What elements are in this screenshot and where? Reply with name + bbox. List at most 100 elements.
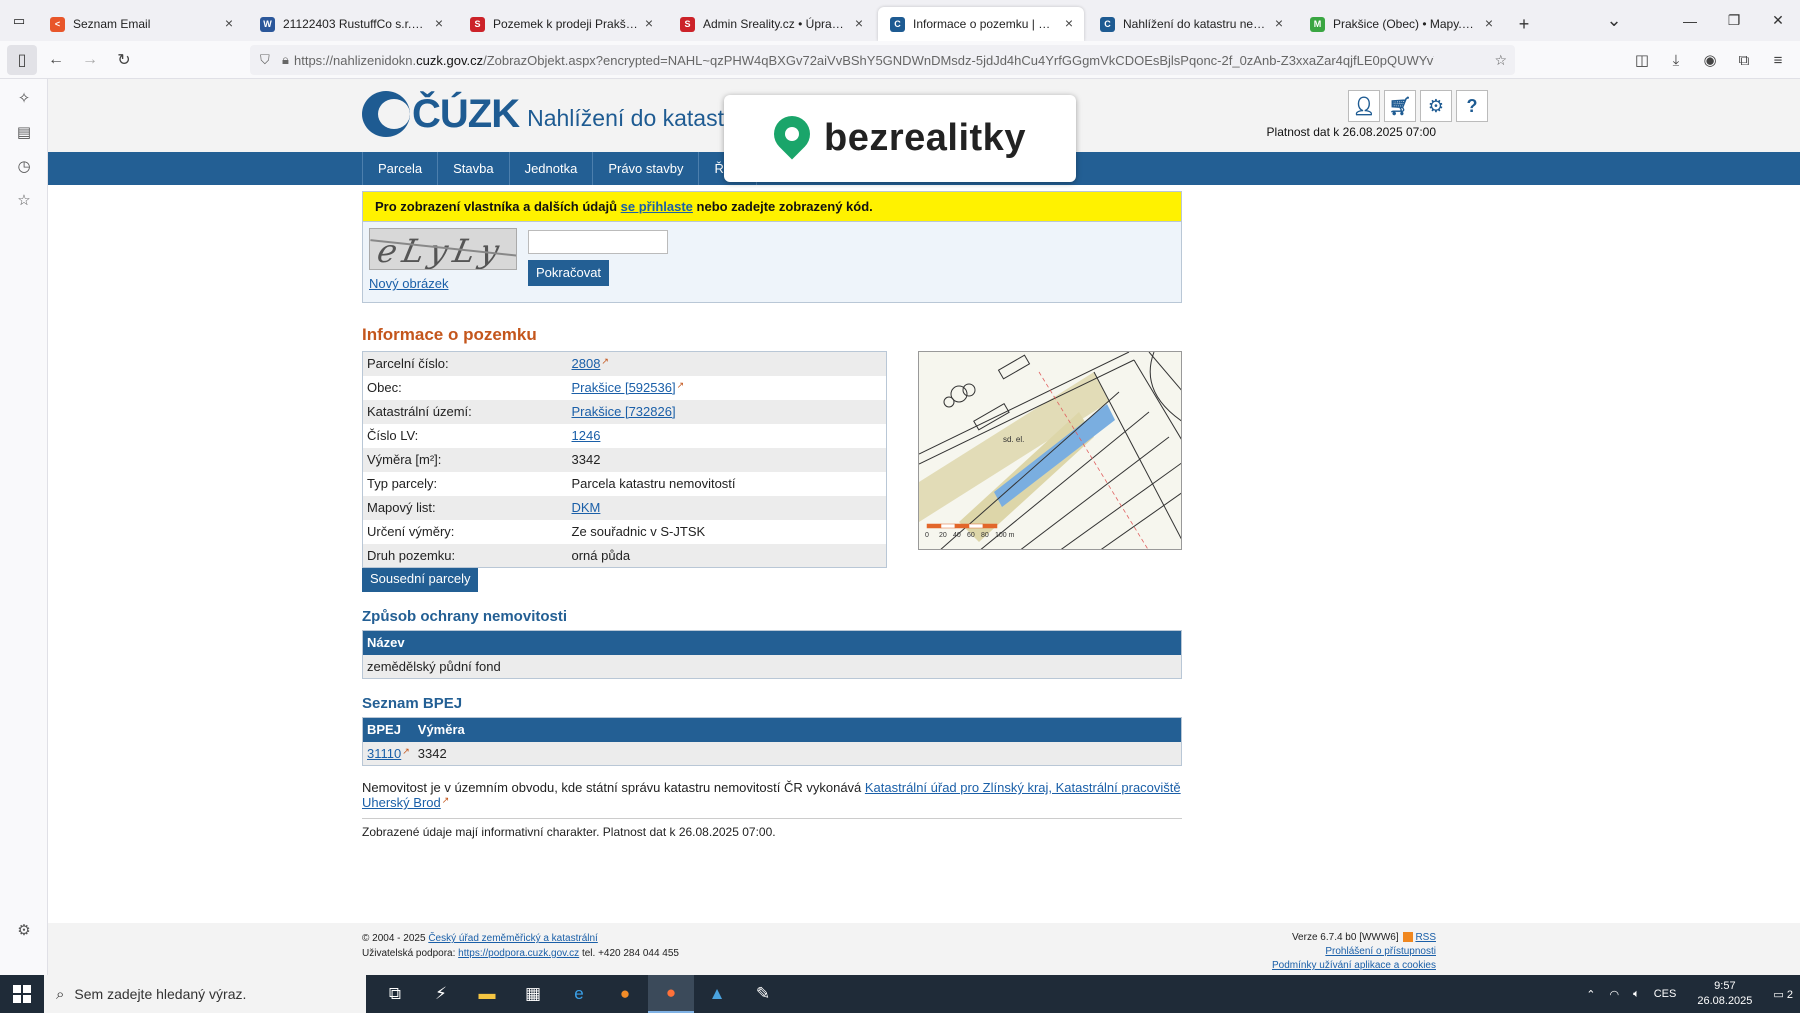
tab-label: Nahlížení do katastru nemovito <box>1123 17 1268 31</box>
taskbar-search[interactable]: ⌕ Sem zadejte hledaný výraz. <box>44 975 366 1013</box>
gear-icon[interactable]: ⚙ <box>1420 90 1452 122</box>
table-row: zemědělský půdní fond <box>362 654 1182 679</box>
synced-tabs-icon[interactable]: ▤ <box>0 115 48 149</box>
firefox-icon[interactable]: ● <box>648 975 694 1013</box>
photos-icon[interactable]: ▲ <box>694 975 740 1013</box>
tab-close-icon[interactable]: × <box>1482 16 1496 30</box>
browser-tab[interactable]: C Informace o pozemku | Nahlížen × <box>878 7 1084 41</box>
rss-link[interactable]: RSS <box>1415 932 1436 943</box>
app-icon[interactable]: ⚡︎ <box>418 975 464 1013</box>
menu-icon[interactable]: ≡ <box>1764 45 1792 75</box>
table-row: Druh pozemku: orná půda <box>362 543 887 568</box>
lock-icon[interactable]: 🔒︎ <box>282 52 289 68</box>
disclaimer: Zobrazené údaje mají informativní charak… <box>362 818 1182 839</box>
row-value[interactable]: 2808 <box>572 356 601 371</box>
external-link-icon: ↗ <box>601 356 609 367</box>
protection-table: Název zemědělský půdní fond <box>362 630 1182 679</box>
cart-icon[interactable]: 🛒︎ <box>1384 90 1416 122</box>
rss-icon <box>1403 932 1414 943</box>
browser-tab[interactable]: S Admin Sreality.cz • Úprava inzer × <box>668 7 874 41</box>
browser-tab[interactable]: S Pozemek k prodeji Prakšice • Sr × <box>458 7 664 41</box>
row-label: Parcelní číslo: <box>362 351 568 376</box>
new-tab-button[interactable]: + <box>1508 7 1540 41</box>
edge-icon[interactable]: e <box>556 975 602 1013</box>
history-icon[interactable]: ◷ <box>0 149 48 183</box>
row-value[interactable]: Prakšice [732826] <box>572 404 676 419</box>
shield-icon[interactable]: ⛉ <box>260 52 270 68</box>
tab-list-icon[interactable]: ▭ <box>0 0 38 41</box>
user-icon[interactable]: 👤︎ <box>1348 90 1380 122</box>
row-label: Číslo LV: <box>362 423 568 448</box>
browser-tab[interactable]: W 21122403 RustuffCo s.r.o. .docx × <box>248 7 454 41</box>
tab-close-icon[interactable]: × <box>222 16 236 30</box>
tab-favicon-icon: S <box>680 16 695 32</box>
captcha-input[interactable] <box>528 230 668 254</box>
browser-tab[interactable]: < Seznam Email × <box>38 7 244 41</box>
scale-label: 60 <box>967 532 975 539</box>
file-explorer-icon[interactable]: ▬ <box>464 975 510 1013</box>
browser-tab[interactable]: C Nahlížení do katastru nemovito × <box>1088 7 1294 41</box>
bezrealitky-ad[interactable]: bezrealitky <box>724 95 1076 182</box>
close-window-button[interactable]: ✕ <box>1756 0 1800 41</box>
support-link[interactable]: https://podpora.cuzk.gov.cz <box>458 948 579 959</box>
clock[interactable]: 9:57 26.08.2025 <box>1683 979 1766 1009</box>
windows-start-button[interactable] <box>0 975 44 1013</box>
reload-button[interactable]: ↻ <box>109 45 139 75</box>
bpej-code-link[interactable]: 31110 <box>367 746 401 761</box>
bookmarks-icon[interactable]: ☆ <box>0 183 48 217</box>
forward-button[interactable]: → <box>75 45 105 75</box>
new-image-link[interactable]: Nový obrázek <box>369 276 448 291</box>
settings-gear-icon[interactable]: ⚙ <box>0 913 48 947</box>
sidebar-toggle-icon[interactable]: ▯ <box>7 44 37 75</box>
url-bar[interactable]: ⛉ 🔒︎ https://nahlizenidokn.cuzk.gov.cz/Z… <box>250 45 1515 75</box>
menu-item[interactable]: Parcela <box>362 152 437 185</box>
tab-close-icon[interactable]: × <box>432 16 446 30</box>
row-value[interactable]: Prakšice [592536] <box>572 380 676 395</box>
bpej-title: Seznam BPEJ <box>362 695 463 712</box>
cuzk-logo[interactable]: ČÚZK Nahlížení do katastru <box>362 91 744 137</box>
language-indicator[interactable]: CES <box>1647 988 1684 1000</box>
row-value[interactable]: DKM <box>572 500 601 515</box>
restore-button[interactable]: ❐ <box>1712 0 1756 41</box>
app-icon[interactable]: ● <box>602 975 648 1013</box>
network-icon[interactable]: ◠ <box>1603 988 1627 1001</box>
tab-close-icon[interactable]: × <box>1272 16 1286 30</box>
list-all-tabs-icon[interactable]: ⌄ <box>1598 3 1630 37</box>
row-label: Obec: <box>362 375 568 400</box>
task-view-icon[interactable]: ⧉ <box>372 975 418 1013</box>
tab-close-icon[interactable]: × <box>1062 16 1076 30</box>
tab-close-icon[interactable]: × <box>852 16 866 30</box>
download-icon[interactable]: ⤓ <box>1662 45 1690 75</box>
menu-item[interactable]: Stavba <box>437 152 508 185</box>
app-icon[interactable]: ✎ <box>740 975 786 1013</box>
minimize-button[interactable]: — <box>1668 0 1712 41</box>
tab-favicon-icon: C <box>890 16 905 32</box>
continue-button[interactable]: Pokračovat <box>528 260 610 286</box>
accessibility-link[interactable]: Prohlášení o přístupnosti <box>1325 946 1436 957</box>
volume-icon[interactable]: 🔈︎ <box>1626 988 1647 1001</box>
menu-item[interactable]: Jednotka <box>508 152 593 185</box>
store-icon[interactable]: ▦ <box>510 975 556 1013</box>
login-link[interactable]: se přihlaste <box>621 199 693 214</box>
scale-segment <box>954 523 970 529</box>
pocket-icon[interactable]: ◫ <box>1628 45 1656 75</box>
browser-toolbar: ▯ ← → ↻ ⛉ 🔒︎ https://nahlizenidokn.cuzk.… <box>0 41 1800 79</box>
notifications-icon[interactable]: ▭ 2 <box>1766 988 1800 1001</box>
row-label: Výměra [m²]: <box>362 447 568 472</box>
parcel-map[interactable]: sd. el. 0 20 40 60 80 100 m <box>918 351 1182 550</box>
help-icon[interactable]: ? <box>1456 90 1488 122</box>
scale-label: 0 <box>925 532 929 539</box>
tray-chevron-icon[interactable]: ⌃ <box>1579 988 1602 1001</box>
cuzk-link[interactable]: Český úřad zeměměřický a katastrální <box>428 933 598 944</box>
bookmark-star-icon[interactable]: ☆ <box>1494 52 1507 69</box>
tab-close-icon[interactable]: × <box>642 16 656 30</box>
browser-tab[interactable]: M Prakšice (Obec) • Mapy.com × <box>1298 7 1504 41</box>
menu-item[interactable]: Právo stavby <box>592 152 698 185</box>
ai-chat-icon[interactable]: ✧ <box>0 81 48 115</box>
back-button[interactable]: ← <box>41 45 71 75</box>
url-text[interactable]: https://nahlizenidokn.cuzk.gov.cz/Zobraz… <box>294 53 1434 68</box>
extensions-icon[interactable]: ⧉ <box>1730 45 1758 75</box>
terms-link[interactable]: Podmínky užívání aplikace a cookies <box>1272 960 1436 971</box>
row-value[interactable]: 1246 <box>572 428 601 443</box>
account-icon[interactable]: ◉ <box>1696 45 1724 75</box>
